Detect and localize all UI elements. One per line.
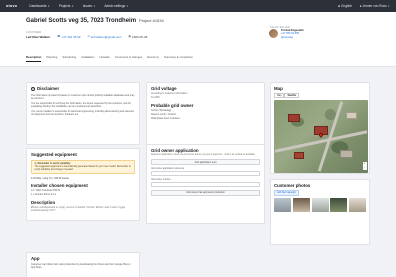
grid-voltage-card: Grid voltage According to customer infor… [146, 82, 265, 150]
seller-card: Torstad Engesæth +47 950 63 555 @otovoeg [269, 29, 304, 39]
tab-planning[interactable]: Planning [46, 54, 57, 62]
tab-scheduling[interactable]: Scheduling [62, 54, 76, 62]
project-number: Project #1034 [139, 18, 164, 23]
tab-uploads[interactable]: Uploads [100, 54, 110, 62]
disclaimer-card: ! Disclaimer The information provided is… [26, 82, 140, 145]
customer-phone-link[interactable]: ☎ +47 444 45 92 [57, 35, 81, 39]
satellite-map[interactable]: + − [274, 99, 368, 173]
chevron-down-icon: ▼ [47, 4, 50, 8]
nav-projects[interactable]: Projects ▼ [59, 4, 74, 8]
building-roof [340, 149, 353, 158]
photo-thumbnail[interactable] [292, 197, 310, 212]
building-roof [288, 113, 300, 122]
chevron-down-icon: ▼ [71, 4, 74, 8]
app-title: App [31, 256, 40, 261]
customer-photos-card: Customer photos Add files manually [270, 179, 370, 245]
main-nav: Dashboards ▼ Projects ▼ Issues ▼ Admin sett… [29, 4, 128, 8]
building-roof [346, 111, 357, 119]
avatar [269, 29, 278, 38]
customer-photos-title: Customer photos [274, 183, 311, 188]
photo-thumbnail[interactable] [274, 197, 291, 212]
photo-thumbnail[interactable] [311, 197, 329, 212]
grid-voltage-subtitle: According to customer information [151, 92, 188, 95]
seller-handle[interactable]: @otovoeg [281, 36, 304, 39]
equipment-line: 1 × Fronius Primo 4.0-1 [31, 193, 57, 197]
photo-thumbnail[interactable] [330, 197, 348, 212]
topbar-right: ⊕ English ● Jenner von Roos ▼ [338, 4, 390, 8]
map-card: Map Map Satellite + − [270, 82, 370, 174]
map-type-toggle: Map Satellite [274, 93, 366, 99]
mail-icon: ✉ [87, 35, 90, 38]
phone-icon: ☎ [57, 35, 61, 38]
app-card: App Customer can follow their solar prod… [26, 252, 140, 277]
tab-description[interactable]: Description [26, 54, 42, 62]
grid-voltage-value: 3x 230V [151, 96, 160, 99]
system-size: 4.29 kWp, using 13 × 330 W panels [31, 177, 69, 181]
grid-owner-application-title: Grid owner application [151, 148, 199, 153]
customer-email-link[interactable]: ✉ leif.wallum@gmail.com [88, 35, 122, 39]
project-header: Gabriel Scotts veg 35, 7023 Trondheim Pr… [0, 12, 396, 67]
building-roof [294, 151, 304, 159]
tab-installation[interactable]: Installation [81, 54, 94, 62]
description-title: Description [31, 200, 56, 206]
suggested-equipment-card: Suggested equipment ⚠ Remember to verify … [26, 148, 140, 221]
grid-voltage-title: Grid voltage [151, 86, 177, 91]
zoom-out-icon[interactable]: − [363, 166, 367, 170]
grid-owner-number-input[interactable] [151, 182, 260, 188]
add-files-button[interactable]: Add files manually [274, 190, 299, 196]
disclaimer-paragraph: The information provided is based on cus… [31, 93, 135, 100]
grid-owner-line: Multi-phase feed: A-denied [151, 117, 180, 120]
top-navigation-bar: otovo Dashboards ▼ Projects ▼ Issues ▼ Admi… [0, 0, 396, 12]
nav-admin-settings[interactable]: Admin settings ▼ [104, 4, 128, 8]
tab-comments-changes[interactable]: Comments & changes [115, 54, 143, 62]
customer-date: ▦ 1980-05-28 [128, 34, 148, 39]
customer-name: Leif Olav Wallum [26, 34, 51, 39]
application-reference-label: Grid owner application reference [151, 168, 185, 171]
app-text: Customer can follow their solar producti… [31, 263, 131, 269]
disclaimer-paragraph: You are responsible for verifying the in… [31, 101, 131, 108]
user-icon: ● [359, 4, 362, 8]
nav-issues[interactable]: Issues ▼ [83, 4, 96, 8]
description-text: Ønsker solcellepanelet er synlig, overro… [31, 206, 126, 213]
disclaimer-title: Disclaimer [37, 86, 60, 91]
grid-owner-title: Probable grid owner [151, 103, 194, 108]
chevron-down-icon: ▼ [126, 4, 129, 8]
grid-owner-line: Need to verify / Custom [151, 113, 176, 116]
grid-owner-application-sub: Registers application; owner as grid own… [151, 154, 255, 156]
tab-economy[interactable]: Economy [147, 54, 159, 62]
zoom-controls[interactable]: + − [362, 162, 367, 170]
grid-owner-approved-button[interactable]: Grid owner has approved production [151, 189, 260, 196]
project-tabs: Description Planning Scheduling Installa… [26, 54, 193, 62]
photo-thumbnails [274, 197, 367, 212]
page-title: Gabriel Scotts veg 35, 7023 Trondheim [26, 18, 137, 24]
chevron-down-icon: ▼ [92, 4, 96, 8]
application-reference-input[interactable] [151, 171, 260, 177]
disclaimer-paragraph: You, as the installer is responsible for… [31, 109, 135, 116]
tab-summary-completion[interactable]: Summary & completion [164, 54, 193, 62]
suggested-equipment-title: Suggested equipment [31, 152, 77, 157]
nav-dashboards[interactable]: Dashboards ▼ [29, 4, 50, 8]
grid-owner-application-card: Grid owner application Registers applica… [146, 144, 265, 224]
equipment-line: 13 × REC TwinPeak 330 W [31, 189, 60, 193]
photo-thumbnail[interactable] [349, 197, 367, 212]
warning-icon: ! [31, 86, 35, 91]
chevron-down-icon: ▼ [387, 5, 390, 8]
customer-info: Leif Olav Wallum ☎ +47 444 45 92 ✉ leif.wa… [26, 35, 147, 39]
language-switch[interactable]: ⊕ English [338, 4, 352, 8]
map-tab-map[interactable]: Map [274, 93, 285, 99]
verify-alert: ⚠ Remember to verify suitability The sugg… [31, 160, 135, 175]
user-menu[interactable]: ● Jenner von Roos ▼ [360, 4, 390, 8]
grid-owner-number-label: Grid owner number [151, 179, 171, 182]
grid-owner-line: Tensio (Trøndelag) [151, 109, 171, 112]
map-tab-satellite[interactable]: Satellite [284, 93, 300, 99]
app-logo[interactable]: otovo [6, 4, 17, 8]
calendar-icon: ▦ [128, 35, 131, 38]
map-title: Map [274, 86, 283, 91]
installer-equipment-title: Installer chosen equipment [31, 183, 88, 189]
grid-application-sent-button[interactable]: Grid application sent [151, 159, 260, 166]
